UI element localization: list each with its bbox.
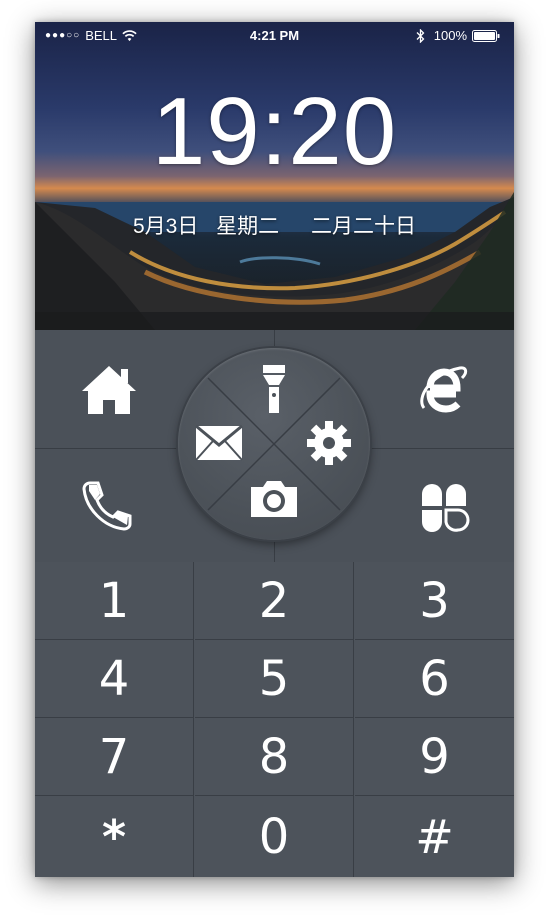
dial-keypad: 1 2 3 4 5 6 7 8 9 * 0 # (35, 562, 514, 877)
quick-action-wheel (178, 348, 370, 540)
key-2[interactable]: 2 (195, 562, 354, 640)
settings-gear-icon (307, 421, 351, 465)
camera-icon (251, 481, 297, 517)
phone-handset-icon (82, 481, 132, 531)
mail-icon (195, 425, 243, 461)
key-4[interactable]: 4 (35, 640, 194, 718)
home-shortcut[interactable] (79, 360, 139, 420)
settings-button[interactable] (302, 416, 356, 470)
lock-clock: 19:20 (151, 78, 398, 185)
key-8[interactable]: 8 (195, 718, 354, 796)
battery-percent: 100% (433, 28, 467, 43)
lunar-date-text: 二月二十日 (311, 215, 417, 238)
date-line: 5月3日 星期二 二月二十日 (35, 210, 514, 240)
weekday-text: 星期二 (216, 215, 280, 238)
camera-button[interactable] (247, 472, 301, 526)
key-0[interactable]: 0 (195, 796, 354, 877)
date-text: 5月3日 (132, 215, 199, 238)
bluetooth-icon (416, 28, 425, 43)
battery-full-icon (472, 29, 500, 42)
key-hash[interactable]: # (355, 796, 514, 877)
key-3[interactable]: 3 (355, 562, 514, 640)
status-bar: ●●●○○ BELL 4:21 PM 100% (35, 22, 514, 50)
browser-shortcut[interactable] (412, 360, 472, 420)
key-star[interactable]: * (35, 796, 194, 877)
clover-apps-icon (422, 484, 470, 532)
status-right: 100% (416, 28, 500, 43)
shortcut-panel (35, 330, 514, 562)
browser-e-icon (420, 366, 468, 413)
city-landscape-image (35, 192, 514, 330)
apps-shortcut[interactable] (414, 478, 474, 538)
flashlight-icon (263, 365, 285, 413)
key-5[interactable]: 5 (195, 640, 354, 718)
mail-button[interactable] (192, 416, 246, 470)
phone-screen: 19:20 5月3日 星期二 二月二十日 ●●●○○ BELL 4:21 PM … (35, 22, 514, 877)
home-icon (82, 366, 136, 414)
key-1[interactable]: 1 (35, 562, 194, 640)
lock-wallpaper: 19:20 5月3日 星期二 二月二十日 (35, 22, 514, 330)
phone-shortcut[interactable] (77, 476, 137, 536)
flashlight-button[interactable] (247, 362, 301, 416)
key-9[interactable]: 9 (355, 718, 514, 796)
key-7[interactable]: 7 (35, 718, 194, 796)
key-6[interactable]: 6 (355, 640, 514, 718)
